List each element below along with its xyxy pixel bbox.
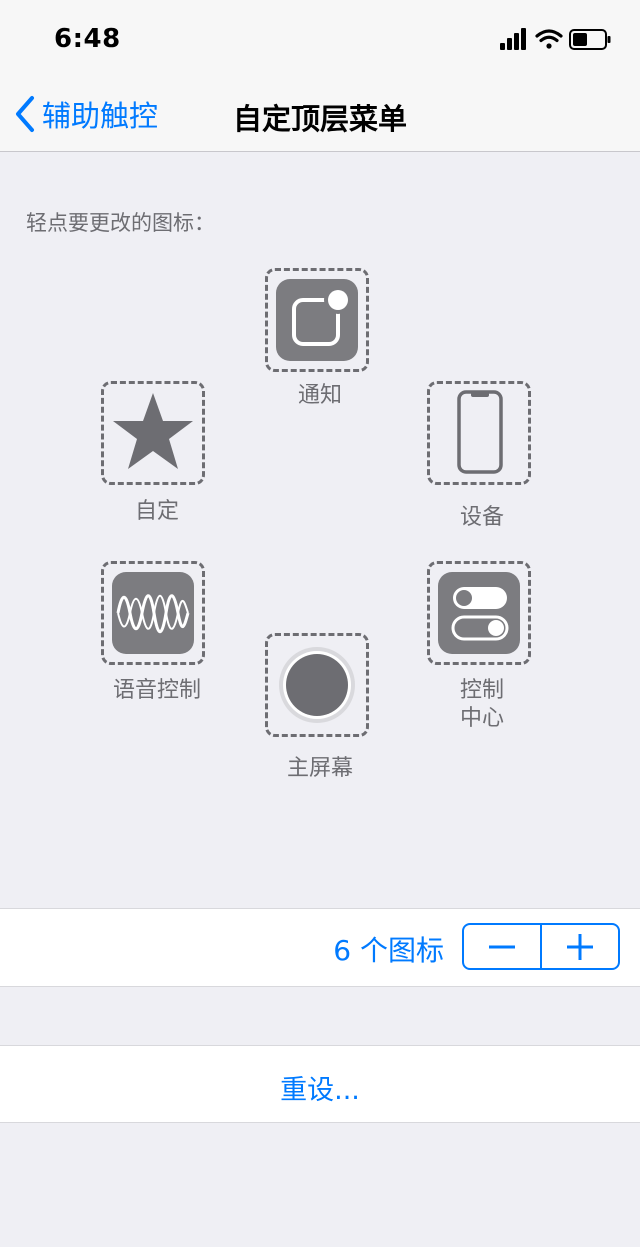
minus-icon (489, 945, 515, 948)
icon-label-notification: 通知 (297, 383, 342, 408)
icon-slot-home[interactable] (265, 633, 369, 737)
icon-label-voice-control: 语音控制 (112, 678, 201, 703)
reset-button[interactable]: 重设... (0, 1045, 640, 1123)
icon-label-control-center: 控制 中心 (402, 677, 562, 733)
icon-label-home: 主屏幕 (286, 756, 353, 781)
status-bar: 6:48 (0, 0, 640, 78)
battery-icon (569, 29, 611, 50)
instruction-text: 轻点要更改的图标： (26, 211, 215, 235)
signal-icon (500, 28, 526, 50)
icon-slot-device[interactable] (427, 381, 531, 485)
home-button-icon (279, 647, 355, 723)
icon-label-control-center-line1: 控制 (459, 678, 504, 703)
star-icon (113, 393, 193, 469)
page-title: 自定顶层菜单 (232, 102, 407, 136)
icon-counter-row: 6 个图标 (0, 908, 640, 987)
icon-slot-voice-control[interactable] (101, 561, 205, 665)
nav-bar: 辅助触控 自定顶层菜单 (0, 78, 640, 152)
icon-slot-control-center[interactable] (427, 561, 531, 665)
wifi-icon (535, 29, 563, 49)
icon-count-label: 6 个图标 (333, 934, 444, 967)
plus-icon (567, 933, 593, 960)
icon-label-control-center-line2: 中心 (459, 706, 504, 731)
icon-slot-custom[interactable] (101, 381, 205, 485)
waveform-icon (112, 572, 194, 654)
status-icons (500, 26, 612, 52)
icon-label-device: 设备 (459, 505, 504, 530)
status-time: 6:48 (54, 24, 121, 54)
notification-icon (276, 279, 358, 361)
icon-label-custom: 自定 (134, 499, 179, 524)
icon-slot-notification[interactable] (265, 268, 369, 372)
reset-label: 重设... (280, 1075, 360, 1106)
phone-icon (457, 390, 503, 474)
increment-button[interactable] (542, 925, 618, 968)
decrement-button[interactable] (464, 925, 540, 968)
icon-count-stepper (462, 923, 620, 970)
toggles-icon (438, 572, 520, 654)
